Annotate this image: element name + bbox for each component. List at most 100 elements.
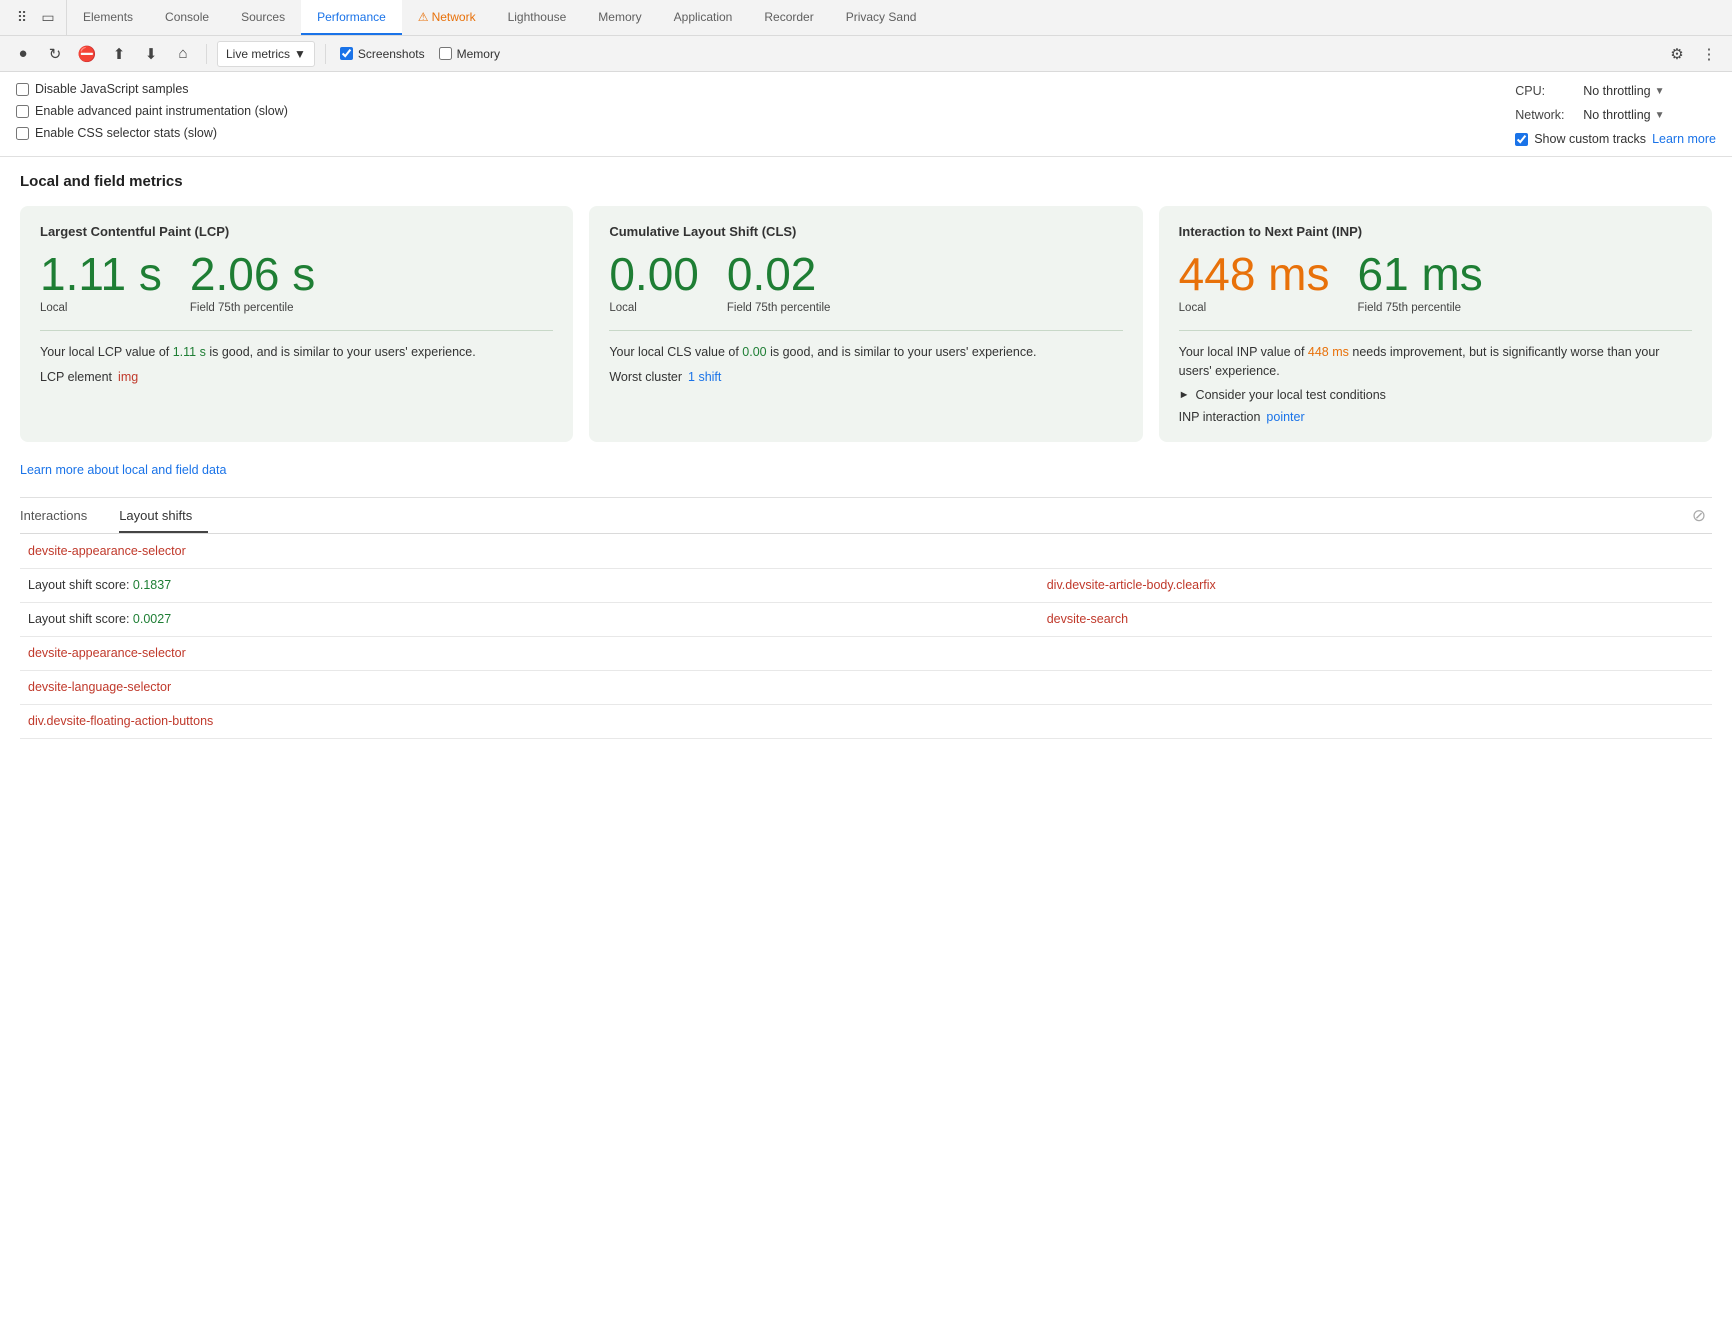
shift-element-link[interactable]: devsite-appearance-selector (28, 646, 186, 660)
section-title: Local and field metrics (20, 173, 1712, 190)
record-button[interactable]: ● (10, 41, 36, 67)
memory-checkbox[interactable] (439, 47, 452, 60)
inp-local-label: Local (1179, 301, 1330, 316)
tab-recorder[interactable]: Recorder (748, 0, 829, 35)
shift-element-link[interactable]: div.devsite-floating-action-buttons (28, 714, 213, 728)
enable-paint-checkbox[interactable] (16, 105, 29, 118)
cls-field-label: Field 75th percentile (727, 301, 831, 316)
worst-cluster-link[interactable]: 1 shift (688, 370, 721, 384)
layout-shifts-table: devsite-appearance-selector Layout shift… (20, 534, 1712, 739)
worst-cluster-label: Worst cluster (609, 370, 682, 384)
tab-application[interactable]: Application (658, 0, 749, 35)
inp-interaction-row: INP interaction pointer (1179, 410, 1692, 424)
table-row: devsite-language-selector (20, 670, 1712, 704)
inp-description: Your local INP value of 448 ms needs imp… (1179, 343, 1692, 381)
shift-element-cell: devsite-search (1039, 602, 1712, 636)
cls-description: Your local CLS value of 0.00 is good, an… (609, 343, 1122, 362)
consider-label: Consider your local test conditions (1196, 388, 1386, 402)
lcp-field-label: Field 75th percentile (190, 301, 315, 316)
network-throttle-select[interactable]: No throttling ▼ (1583, 108, 1664, 122)
shift-element-link[interactable]: devsite-search (1047, 612, 1128, 626)
table-row: Layout shift score: 0.1837 div.devsite-a… (20, 568, 1712, 602)
network-chevron-icon: ▼ (1655, 110, 1665, 121)
disable-js-option[interactable]: Disable JavaScript samples (16, 82, 288, 96)
toolbar-divider-2 (325, 44, 326, 64)
cls-local-block: 0.00 Local (609, 251, 699, 316)
memory-checkbox-label[interactable]: Memory (435, 47, 504, 61)
enable-css-checkbox[interactable] (16, 127, 29, 140)
consider-row[interactable]: ► Consider your local test conditions (1179, 388, 1692, 402)
enable-paint-option[interactable]: Enable advanced paint instrumentation (s… (16, 104, 288, 118)
inp-local-value: 448 ms (1179, 251, 1330, 297)
shift-element-cell: devsite-language-selector (20, 670, 1039, 704)
tab-lighthouse[interactable]: Lighthouse (492, 0, 583, 35)
lcp-element-link[interactable]: img (118, 370, 138, 384)
enable-css-option[interactable]: Enable CSS selector stats (slow) (16, 126, 288, 140)
inp-interaction-link[interactable]: pointer (1266, 410, 1304, 424)
toolbar: ● ↻ ⛔ ⬆ ⬇ ⌂ Live metrics ▼ Screenshots M… (0, 36, 1732, 72)
home-button[interactable]: ⌂ (170, 41, 196, 67)
warning-icon: ⚠ (418, 10, 429, 24)
learn-more-tracks-link[interactable]: Learn more (1652, 132, 1716, 146)
screenshots-checkbox-label[interactable]: Screenshots (336, 47, 429, 61)
cls-local-value: 0.00 (609, 251, 699, 297)
lcp-divider (40, 330, 553, 331)
shift-element-link[interactable]: devsite-appearance-selector (28, 544, 186, 558)
inp-interaction-label: INP interaction (1179, 410, 1261, 424)
stop-button[interactable]: ⛔ (74, 41, 100, 67)
cls-field-value: 0.02 (727, 251, 831, 297)
settings-button[interactable]: ⚙ (1664, 41, 1690, 67)
tab-privacy[interactable]: Privacy Sand (830, 0, 933, 35)
inp-local-block: 448 ms Local (1179, 251, 1330, 316)
tab-elements[interactable]: Elements (67, 0, 149, 35)
lcp-title: Largest Contentful Paint (LCP) (40, 224, 553, 239)
cls-values: 0.00 Local 0.02 Field 75th percentile (609, 251, 1122, 316)
disable-js-checkbox[interactable] (16, 83, 29, 96)
options-right: CPU: No throttling ▼ Network: No throttl… (1515, 82, 1716, 146)
download-button[interactable]: ⬇ (138, 41, 164, 67)
table-row: devsite-appearance-selector (20, 636, 1712, 670)
tab-interactions[interactable]: Interactions (20, 498, 103, 533)
table-row: div.devsite-floating-action-buttons (20, 704, 1712, 738)
shift-element-cell: devsite-appearance-selector (20, 534, 1039, 568)
tab-console[interactable]: Console (149, 0, 225, 35)
table-row: Layout shift score: 0.0027 devsite-searc… (20, 602, 1712, 636)
refresh-button[interactable]: ↻ (42, 41, 68, 67)
devtools-menu-icon[interactable]: ⠿ (10, 6, 34, 30)
show-tracks-checkbox[interactable] (1515, 133, 1528, 146)
toolbar-right-icons: ⚙ ⋮ (1664, 41, 1722, 67)
inp-field-label: Field 75th percentile (1358, 301, 1483, 316)
cpu-row: CPU: No throttling ▼ (1515, 84, 1716, 98)
live-metrics-select[interactable]: Live metrics ▼ (217, 41, 315, 67)
shift-element-link[interactable]: devsite-language-selector (28, 680, 171, 694)
tab-performance[interactable]: Performance (301, 0, 402, 35)
shift-element-link[interactable]: div.devsite-article-body.clearfix (1047, 578, 1216, 592)
learn-more-field-link[interactable]: Learn more about local and field data (20, 463, 226, 477)
upload-button[interactable]: ⬆ (106, 41, 132, 67)
devtools-device-icon[interactable]: ▭ (36, 6, 60, 30)
tab-bar: ⠿ ▭ Elements Console Sources Performance… (0, 0, 1732, 36)
more-button[interactable]: ⋮ (1696, 41, 1722, 67)
chevron-down-icon: ▼ (294, 47, 306, 61)
shift-score-cell: Layout shift score: 0.1837 (20, 568, 1039, 602)
lcp-highlight: 1.11 s (173, 345, 206, 359)
tab-memory[interactable]: Memory (582, 0, 657, 35)
inp-field-value: 61 ms (1358, 251, 1483, 297)
show-tracks-row: Show custom tracks Learn more (1515, 132, 1716, 146)
tab-sources[interactable]: Sources (225, 0, 301, 35)
lcp-card: Largest Contentful Paint (LCP) 1.11 s Lo… (20, 206, 573, 442)
cpu-throttle-select[interactable]: No throttling ▼ (1583, 84, 1664, 98)
table-row: devsite-appearance-selector (20, 534, 1712, 568)
screenshots-checkbox[interactable] (340, 47, 353, 60)
lcp-field-block: 2.06 s Field 75th percentile (190, 251, 315, 316)
options-row: Disable JavaScript samples Enable advanc… (0, 72, 1732, 157)
tab-layout-shifts[interactable]: Layout shifts (119, 498, 208, 533)
tab-network[interactable]: ⚠ Network (402, 0, 492, 35)
toolbar-divider-1 (206, 44, 207, 64)
shift-score-cell: Layout shift score: 0.0027 (20, 602, 1039, 636)
devtools-icon-group: ⠿ ▭ (4, 0, 67, 35)
lcp-element-row: LCP element img (40, 370, 553, 384)
shift-element-cell: div.devsite-article-body.clearfix (1039, 568, 1712, 602)
lcp-field-value: 2.06 s (190, 251, 315, 297)
cls-title: Cumulative Layout Shift (CLS) (609, 224, 1122, 239)
